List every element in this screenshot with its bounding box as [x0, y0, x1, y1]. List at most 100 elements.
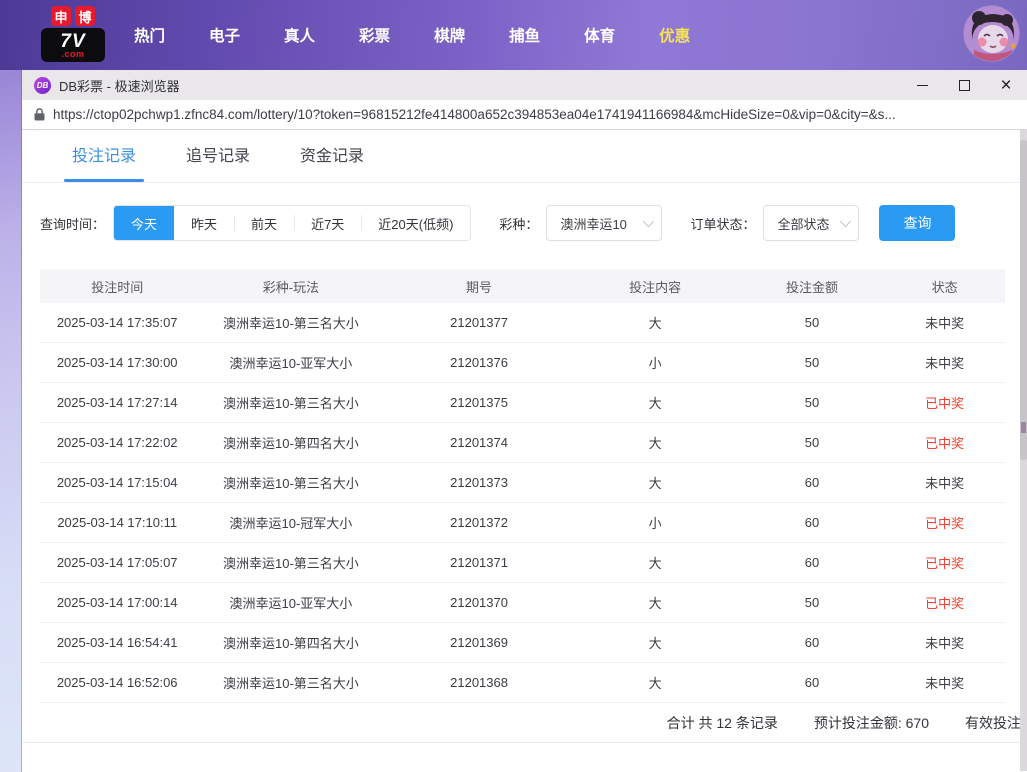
- url-text[interactable]: https://ctop02pchwp1.zfnc84.com/lottery/…: [53, 107, 896, 122]
- summary-valid-amount: 有效投注金额: [965, 713, 1027, 733]
- nav-item[interactable]: 电子: [194, 24, 255, 46]
- cell-amount: 60: [740, 475, 885, 490]
- logo-suffix-text: .com: [61, 50, 84, 59]
- cell-period: 21201373: [387, 475, 570, 490]
- browser-urlbar[interactable]: https://ctop02pchwp1.zfnc84.com/lottery/…: [22, 100, 1027, 130]
- nav-item[interactable]: 棋牌: [419, 24, 480, 46]
- summary-total: 合计 共 12 条记录: [667, 713, 778, 733]
- cell-play: 澳洲幸运10-冠军大小: [194, 513, 387, 532]
- cell-amount: 50: [740, 395, 885, 410]
- cell-period: 21201368: [387, 675, 570, 690]
- cell-time: 2025-03-14 17:35:07: [40, 315, 194, 330]
- search-button[interactable]: 查询: [879, 205, 955, 241]
- time-option[interactable]: 近7天: [294, 206, 361, 240]
- order-status-select[interactable]: 全部状态: [763, 205, 859, 241]
- cell-content: 大: [571, 673, 740, 692]
- column-header: 状态: [884, 277, 1005, 296]
- cell-status: 已中奖: [884, 553, 1005, 572]
- time-option[interactable]: 前天: [234, 206, 294, 240]
- table-row: 2025-03-14 17:27:14澳洲幸运10-第三名大小21201375大…: [40, 383, 1005, 423]
- cell-status: 未中奖: [884, 633, 1005, 652]
- user-avatar[interactable]: [963, 5, 1020, 62]
- time-filter-label: 查询时间：: [40, 214, 105, 233]
- window-controls: [901, 70, 1027, 100]
- table-row: 2025-03-14 17:35:07澳洲幸运10-第三名大小21201377大…: [40, 303, 1005, 343]
- nav-item[interactable]: 彩票: [344, 24, 405, 46]
- table-row: 2025-03-14 17:22:02澳洲幸运10-第四名大小21201374大…: [40, 423, 1005, 463]
- cell-status: 已中奖: [884, 433, 1005, 452]
- cell-time: 2025-03-14 17:15:04: [40, 475, 194, 490]
- tab-chase-records[interactable]: 追号记录: [184, 142, 252, 182]
- time-option[interactable]: 今天: [114, 206, 174, 240]
- table-row: 2025-03-14 16:52:06澳洲幸运10-第三名大小21201368大…: [40, 663, 1005, 703]
- table-body: 2025-03-14 17:35:07澳洲幸运10-第三名大小21201377大…: [40, 303, 1005, 703]
- nav-item[interactable]: 体育: [569, 24, 630, 46]
- cell-amount: 50: [740, 315, 885, 330]
- avatar-illustration: [964, 6, 1020, 62]
- site-logo[interactable]: 申 博 7V .com: [39, 6, 107, 62]
- nav-item[interactable]: 热门: [119, 24, 180, 46]
- cell-content: 大: [571, 553, 740, 572]
- table-row: 2025-03-14 17:05:07澳洲幸运10-第三名大小21201371大…: [40, 543, 1005, 583]
- cell-period: 21201374: [387, 435, 570, 450]
- browser-window: DB DB彩票 - 极速浏览器 https://ctop02pchwp1.zfn…: [22, 70, 1027, 772]
- time-option[interactable]: 昨天: [174, 206, 234, 240]
- cell-content: 大: [571, 633, 740, 652]
- column-header: 投注内容: [571, 277, 740, 296]
- page-scrollbar[interactable]: [1020, 130, 1027, 771]
- cell-time: 2025-03-14 17:10:11: [40, 515, 194, 530]
- cell-content: 大: [571, 593, 740, 612]
- cell-status: 已中奖: [884, 513, 1005, 532]
- cell-period: 21201377: [387, 315, 570, 330]
- lock-icon[interactable]: [34, 108, 45, 121]
- column-header: 期号: [387, 277, 570, 296]
- cell-play: 澳洲幸运10-亚军大小: [194, 593, 387, 612]
- logo-badge-1: 申: [51, 6, 71, 26]
- maximize-icon[interactable]: [943, 70, 985, 100]
- order-status-label: 订单状态：: [690, 214, 755, 233]
- close-icon[interactable]: [985, 70, 1027, 100]
- cell-amount: 60: [740, 515, 885, 530]
- cell-content: 大: [571, 313, 740, 332]
- cell-content: 大: [571, 433, 740, 452]
- cell-amount: 50: [740, 435, 885, 450]
- cell-status: 已中奖: [884, 593, 1005, 612]
- chevron-down-icon: [643, 216, 654, 227]
- cell-play: 澳洲幸运10-亚军大小: [194, 353, 387, 372]
- order-status-value: 全部状态: [777, 214, 829, 233]
- lottery-select[interactable]: 澳洲幸运10: [546, 205, 662, 241]
- table-row: 2025-03-14 17:10:11澳洲幸运10-冠军大小21201372小6…: [40, 503, 1005, 543]
- lottery-select-value: 澳洲幸运10: [560, 214, 626, 233]
- bet-records-table: 投注时间彩种-玩法期号投注内容投注金额状态 2025-03-14 17:35:0…: [40, 269, 1005, 703]
- cell-content: 小: [571, 513, 740, 532]
- desktop-background: { "siteHeader": { "logo": { "badge1": "申…: [0, 0, 1027, 772]
- scrollbar-mark: [1021, 422, 1026, 433]
- cell-play: 澳洲幸运10-第三名大小: [194, 473, 387, 492]
- logo-badges: 申 博: [51, 6, 95, 26]
- cell-status: 未中奖: [884, 673, 1005, 692]
- cell-time: 2025-03-14 16:52:06: [40, 675, 194, 690]
- cell-play: 澳洲幸运10-第四名大小: [194, 433, 387, 452]
- table-row: 2025-03-14 17:00:14澳洲幸运10-亚军大小21201370大5…: [40, 583, 1005, 623]
- nav-item[interactable]: 真人: [269, 24, 330, 46]
- cell-status: 已中奖: [884, 393, 1005, 412]
- column-header: 投注时间: [40, 277, 194, 296]
- nav-item[interactable]: 捕鱼: [494, 24, 555, 46]
- minimize-icon[interactable]: [901, 70, 943, 100]
- cell-time: 2025-03-14 17:30:00: [40, 355, 194, 370]
- cell-time: 2025-03-14 16:54:41: [40, 635, 194, 650]
- site-header: 申 博 7V .com 热门电子真人彩票棋牌捕鱼体育优惠: [0, 0, 1027, 70]
- lottery-select-label: 彩种：: [499, 214, 538, 233]
- column-header: 投注金额: [740, 277, 885, 296]
- tab-fund-records[interactable]: 资金记录: [298, 142, 366, 182]
- time-filter-group: 今天昨天前天近7天近20天(低频): [113, 205, 471, 241]
- window-title: DB彩票 - 极速浏览器: [59, 76, 180, 95]
- cell-amount: 60: [740, 675, 885, 690]
- logo-badge-2: 博: [75, 6, 95, 26]
- cell-time: 2025-03-14 17:27:14: [40, 395, 194, 410]
- time-option[interactable]: 近20天(低频): [361, 206, 470, 240]
- tab-bet-records[interactable]: 投注记录: [70, 142, 138, 182]
- nav-item[interactable]: 优惠: [644, 24, 705, 46]
- scrollbar-thumb[interactable]: [1020, 140, 1027, 460]
- cell-play: 澳洲幸运10-第三名大小: [194, 313, 387, 332]
